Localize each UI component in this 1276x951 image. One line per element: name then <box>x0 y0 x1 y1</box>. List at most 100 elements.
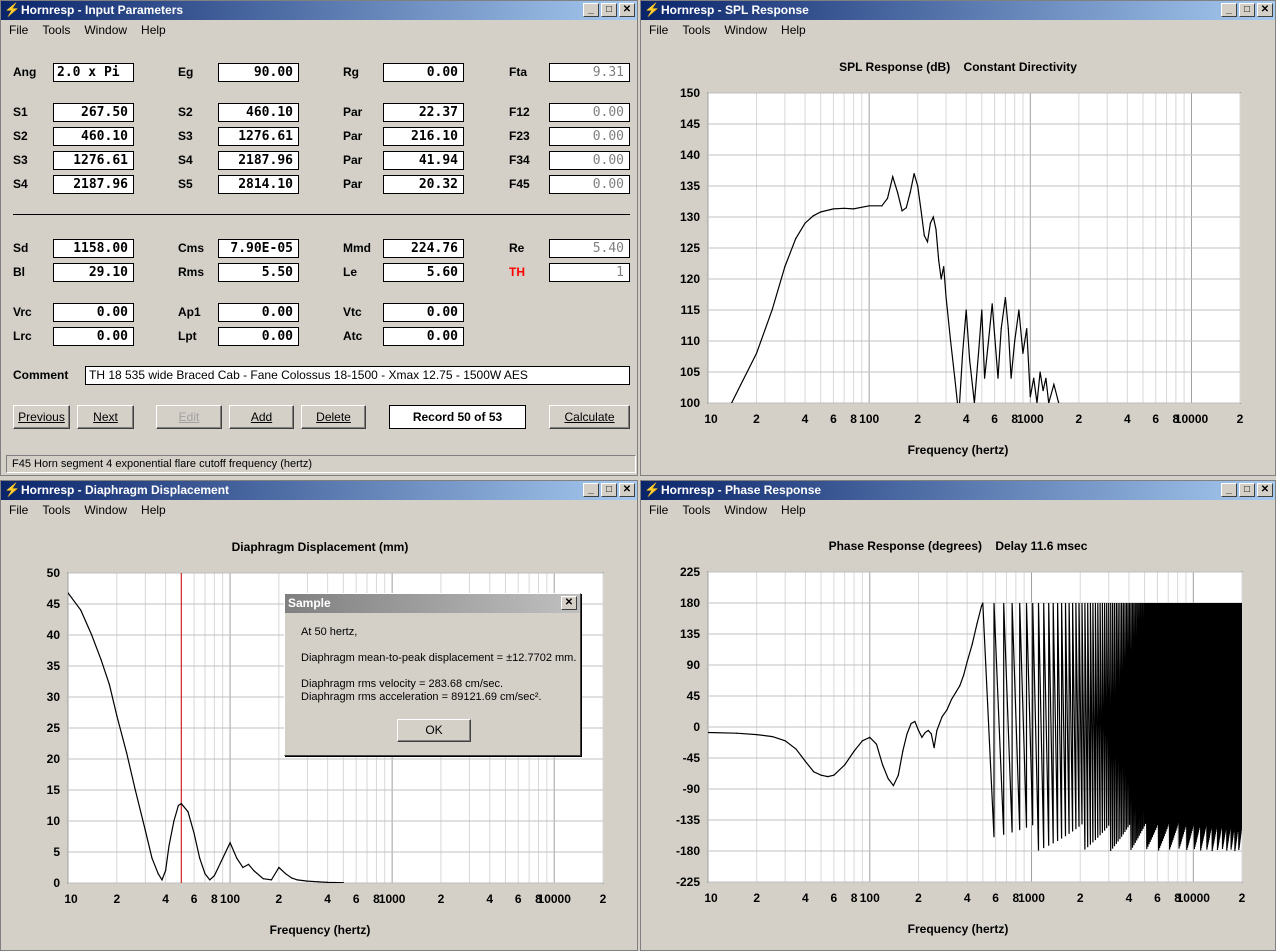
param-label-f34: F34 <box>509 153 530 167</box>
maximize-button[interactable]: □ <box>1239 3 1255 17</box>
data-point <box>914 720 916 723</box>
data-point <box>193 832 195 834</box>
param-field-re[interactable]: 5.40 <box>549 239 630 258</box>
param-label-s3: S3 <box>178 129 193 143</box>
param-field-s2[interactable]: 460.10 <box>218 103 299 122</box>
param-field-vrc[interactable]: 0.00 <box>53 303 134 322</box>
param-field-par[interactable]: 20.32 <box>383 175 464 194</box>
maximize-button[interactable]: □ <box>601 3 617 17</box>
calculate-button[interactable]: Calculate <box>549 405 630 429</box>
param-field-s5[interactable]: 2814.10 <box>218 175 299 194</box>
maximize-button[interactable]: □ <box>601 483 617 497</box>
delete-button[interactable]: Delete <box>301 405 366 429</box>
param-field-par[interactable]: 22.37 <box>383 103 464 122</box>
param-field-s1[interactable]: 267.50 <box>53 103 134 122</box>
data-point <box>923 235 925 237</box>
menu-window[interactable]: Window <box>84 503 127 517</box>
data-point <box>187 811 189 813</box>
dialog-close-button[interactable]: ✕ <box>561 596 577 610</box>
displacement-x-axis-label: Frequency (hertz) <box>269 923 371 937</box>
close-button[interactable]: ✕ <box>619 3 635 17</box>
menu-help[interactable]: Help <box>781 503 806 517</box>
param-field-f12[interactable]: 0.00 <box>549 103 630 122</box>
menu-file[interactable]: File <box>9 503 28 517</box>
menu-file[interactable]: File <box>9 23 28 37</box>
param-label-s4: S4 <box>13 177 28 191</box>
param-field-s3[interactable]: 1276.61 <box>53 151 134 170</box>
input-window-titlebar[interactable]: ⚡ Hornresp - Input Parameters _ □ ✕ <box>1 1 637 20</box>
param-field-par[interactable]: 41.94 <box>383 151 464 170</box>
input-parameters-window: ⚡ Hornresp - Input Parameters _ □ ✕ File… <box>0 0 638 476</box>
param-field-s4[interactable]: 2187.96 <box>53 175 134 194</box>
param-label-s3: S3 <box>13 153 28 167</box>
param-field-eg[interactable]: 90.00 <box>218 63 299 82</box>
param-field-ang[interactable]: 2.0 x Pi <box>53 63 134 82</box>
phase-window-titlebar[interactable]: ⚡ Hornresp - Phase Response _ □ ✕ <box>641 481 1275 500</box>
param-field-atc[interactable]: 0.00 <box>383 327 464 346</box>
param-field-le[interactable]: 5.60 <box>383 263 464 282</box>
param-field-lrc[interactable]: 0.00 <box>53 327 134 346</box>
menu-window[interactable]: Window <box>84 23 127 37</box>
x-tick-label: 1000 <box>1017 412 1044 426</box>
data-point <box>901 210 903 212</box>
displacement-window-titlebar[interactable]: ⚡ Hornresp - Diaphragm Displacement _ □ … <box>1 481 637 500</box>
minimize-button[interactable]: _ <box>583 483 599 497</box>
param-field-cms[interactable]: 7.90E-05 <box>218 239 299 258</box>
data-point <box>978 346 980 348</box>
param-field-mmd[interactable]: 224.76 <box>383 239 464 258</box>
ok-button[interactable]: OK <box>397 719 471 742</box>
param-field-s3[interactable]: 1276.61 <box>218 127 299 146</box>
minimize-button[interactable]: _ <box>1221 3 1237 17</box>
param-label-bl: Bl <box>13 265 25 279</box>
menu-tools[interactable]: Tools <box>682 503 710 517</box>
data-point <box>997 377 999 379</box>
menu-help[interactable]: Help <box>141 23 166 37</box>
menu-help[interactable]: Help <box>781 23 806 37</box>
close-button[interactable]: ✕ <box>619 483 635 497</box>
data-point <box>1010 377 1012 379</box>
x-tick-label: 100 <box>859 412 879 426</box>
param-field-s4[interactable]: 2187.96 <box>218 151 299 170</box>
minimize-button[interactable]: _ <box>1221 483 1237 497</box>
data-point <box>204 873 206 875</box>
param-field-vtc[interactable]: 0.00 <box>383 303 464 322</box>
minimize-button[interactable]: _ <box>583 3 599 17</box>
next-button[interactable]: Next <box>77 405 134 429</box>
previous-button[interactable]: Previous <box>13 405 70 429</box>
param-field-ap1[interactable]: 0.00 <box>218 303 299 322</box>
comment-field[interactable]: TH 18 535 wide Braced Cab - Fane Colossu… <box>85 366 630 385</box>
param-label-sd: Sd <box>13 241 29 255</box>
param-field-rms[interactable]: 5.50 <box>218 263 299 282</box>
data-point <box>853 750 855 752</box>
param-label-fta: Fta <box>509 65 527 79</box>
param-field-bl[interactable]: 29.10 <box>53 263 134 282</box>
param-label-th: TH <box>509 265 525 279</box>
maximize-button[interactable]: □ <box>1239 483 1255 497</box>
menu-window[interactable]: Window <box>724 23 767 37</box>
param-field-par[interactable]: 216.10 <box>383 127 464 146</box>
param-field-f23[interactable]: 0.00 <box>549 127 630 146</box>
add-button[interactable]: Add <box>229 405 294 429</box>
spl-window-titlebar[interactable]: ⚡ Hornresp - SPL Response _ □ ✕ <box>641 1 1275 20</box>
param-field-rg[interactable]: 0.00 <box>383 63 464 82</box>
menu-file[interactable]: File <box>649 503 668 517</box>
menu-file[interactable]: File <box>649 23 668 37</box>
menu-tools[interactable]: Tools <box>42 23 70 37</box>
menu-window[interactable]: Window <box>724 503 767 517</box>
sample-dialog-titlebar[interactable]: Sample ✕ <box>285 594 580 613</box>
param-field-lpt[interactable]: 0.00 <box>218 327 299 346</box>
menu-tools[interactable]: Tools <box>682 23 710 37</box>
param-field-fta[interactable]: 9.31 <box>549 63 630 82</box>
param-field-s2[interactable]: 460.10 <box>53 127 134 146</box>
data-point <box>151 857 153 859</box>
param-field-sd[interactable]: 1158.00 <box>53 239 134 258</box>
param-field-f34[interactable]: 0.00 <box>549 151 630 170</box>
close-button[interactable]: ✕ <box>1257 3 1273 17</box>
menu-help[interactable]: Help <box>141 503 166 517</box>
displacement-chart-title: Diaphragm Displacement (mm) <box>231 540 409 554</box>
param-field-f45[interactable]: 0.00 <box>549 175 630 194</box>
close-button[interactable]: ✕ <box>1257 483 1273 497</box>
menu-tools[interactable]: Tools <box>42 503 70 517</box>
param-field-th[interactable]: 1 <box>549 263 630 282</box>
edit-button[interactable]: Edit <box>156 405 222 429</box>
